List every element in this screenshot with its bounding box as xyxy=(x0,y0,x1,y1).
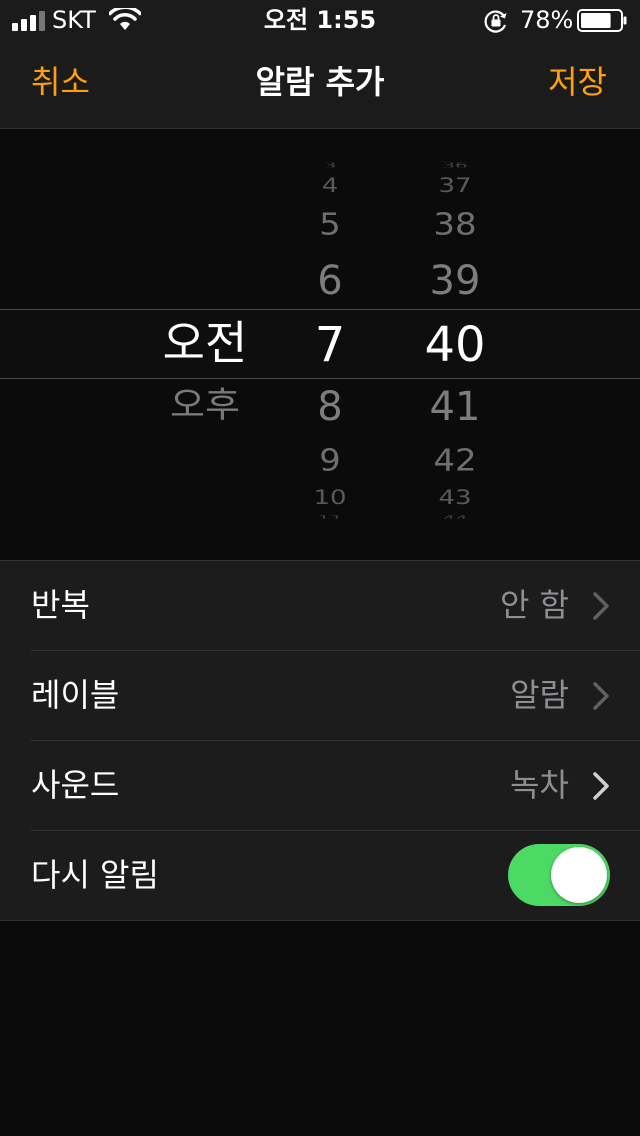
snooze-label: 다시 알림 xyxy=(31,856,159,894)
chevron-right-icon xyxy=(593,682,609,710)
minute-option[interactable]: 43 xyxy=(400,488,510,508)
add-alarm-screen: SKT 오전 1:55 78% 취소 알람 추가 저장 오전 오후 4 5 6 … xyxy=(0,0,640,1136)
hour-option[interactable]: 9 xyxy=(275,443,385,478)
hour-option[interactable]: 3 xyxy=(275,163,385,168)
minute-option[interactable]: 38 xyxy=(400,207,510,242)
save-button[interactable]: 저장 xyxy=(548,62,607,102)
hour-wheel[interactable]: 3 4 5 6 7 8 9 10 11 xyxy=(275,129,385,559)
minute-option[interactable]: 36 xyxy=(400,163,510,168)
rotation-lock-icon xyxy=(484,10,507,33)
hour-option[interactable]: 5 xyxy=(275,207,385,242)
battery-icon xyxy=(577,9,627,32)
sound-row[interactable]: 사운드 녹차 xyxy=(0,741,640,831)
minute-option[interactable]: 42 xyxy=(400,443,510,478)
sound-value: 녹차 xyxy=(510,766,569,804)
label-value: 알람 xyxy=(510,676,569,714)
ampm-wheel[interactable]: 오전 오후 xyxy=(140,129,270,559)
hour-option[interactable]: 4 xyxy=(275,176,385,196)
battery-percent: 78% xyxy=(520,6,574,34)
snooze-toggle[interactable] xyxy=(508,844,610,906)
page-title: 알람 추가 xyxy=(255,63,385,101)
hour-option[interactable]: 8 xyxy=(275,383,385,431)
repeat-value: 안 함 xyxy=(499,586,569,624)
repeat-label: 반복 xyxy=(31,586,90,624)
ampm-option[interactable]: 오후 xyxy=(140,385,270,425)
toggle-knob xyxy=(551,847,607,903)
label-row[interactable]: 레이블 알람 xyxy=(0,651,640,741)
ampm-option[interactable]: 오전 xyxy=(140,316,270,370)
minute-option[interactable]: 39 xyxy=(400,257,510,305)
minute-option[interactable]: 44 xyxy=(400,515,510,518)
minute-option[interactable]: 37 xyxy=(400,176,510,196)
sound-label: 사운드 xyxy=(31,766,120,804)
hour-option[interactable]: 10 xyxy=(275,488,385,508)
hour-option[interactable]: 6 xyxy=(275,257,385,305)
minute-option[interactable]: 40 xyxy=(400,318,510,372)
minute-wheel[interactable]: 36 37 38 39 40 41 42 43 44 xyxy=(400,129,510,559)
navigation-bar: 취소 알람 추가 저장 xyxy=(0,40,640,129)
hour-option[interactable]: 7 xyxy=(275,318,385,372)
label-label: 레이블 xyxy=(31,676,120,714)
status-bar: SKT 오전 1:55 78% xyxy=(0,0,640,40)
time-picker[interactable]: 오전 오후 3 4 5 6 7 8 9 10 11 36 37 38 39 40… xyxy=(0,129,640,559)
chevron-right-icon xyxy=(593,592,609,620)
repeat-row[interactable]: 반복 안 함 xyxy=(0,561,640,651)
chevron-right-icon xyxy=(593,772,609,800)
minute-option[interactable]: 41 xyxy=(400,383,510,431)
hour-option[interactable]: 11 xyxy=(275,515,385,518)
alarm-settings-list: 반복 안 함 레이블 알람 사운드 녹차 다시 알림 xyxy=(0,560,640,921)
